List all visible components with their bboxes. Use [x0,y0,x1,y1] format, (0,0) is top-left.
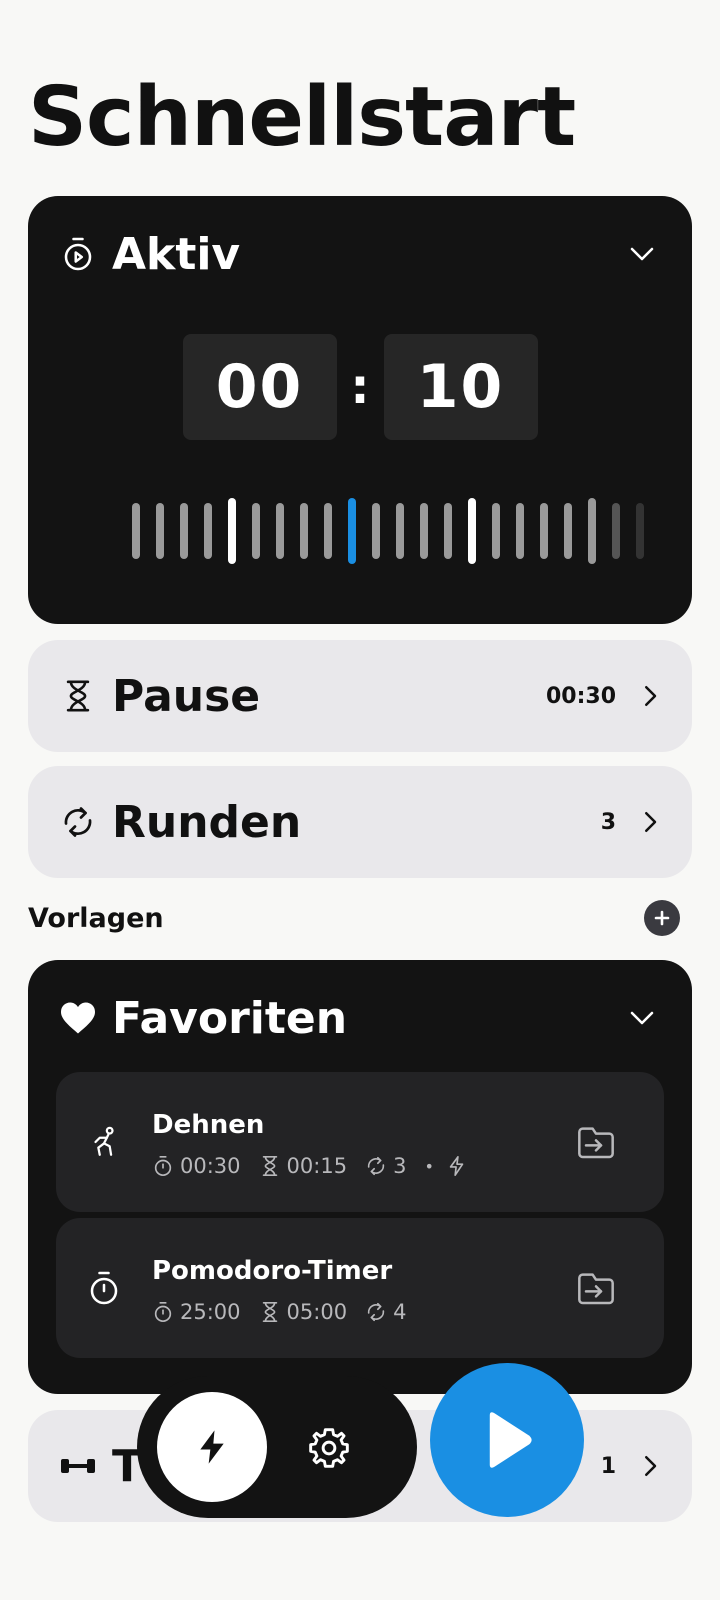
time-display: 00 : 10 [28,334,692,440]
active-timer-card: Aktiv 00 : 10 [28,196,692,624]
rest-time: 05:00 [286,1300,348,1324]
stopwatch-play-icon [58,234,98,274]
ruler-tick [636,503,644,559]
ruler-tick [396,503,404,559]
stopwatch-icon [154,1302,172,1322]
favorite-item[interactable]: Pomodoro-Timer 25:00 05:00 4 [56,1218,664,1358]
ruler-tick [372,503,380,559]
heart-icon [58,998,98,1038]
ruler-tick [300,503,308,559]
gear-icon [309,1428,349,1468]
ruler-tick [420,503,428,559]
ruler-tick [444,503,452,559]
templates-label: Vorlagen [28,902,164,934]
pause-label: Pause [112,670,261,722]
favorites-card: Favoriten Dehnen 00:30 00:15 3 • Pomodor… [28,960,692,1394]
ruler-tick [468,498,476,564]
chevron-right-icon [638,676,662,716]
work-time: 00:30 [180,1154,241,1178]
favorite-item[interactable]: Dehnen 00:30 00:15 3 • [56,1072,664,1212]
ruler-tick [276,503,284,559]
bolt-icon [200,1430,224,1464]
favorites-card-header[interactable]: Favoriten [58,990,662,1046]
ruler-tick [252,503,260,559]
hourglass-icon [262,1156,277,1176]
favorites-title: Favoriten [112,992,348,1044]
work-time: 25:00 [180,1300,241,1324]
ruler-tick [348,498,356,564]
add-template-button[interactable] [644,900,680,936]
settings-tab-button[interactable] [307,1426,351,1470]
ruler-tick [156,503,164,559]
stopwatch-icon [84,1268,124,1308]
minutes-box[interactable]: 00 [182,334,337,440]
chevron-down-icon[interactable] [622,234,662,274]
hourglass-icon [58,676,98,716]
quickstart-tab-button[interactable] [157,1392,267,1502]
favorite-meta: 00:30 00:15 3 • [152,1154,482,1178]
favorite-meta: 25:00 05:00 4 [152,1300,420,1324]
templates-header: Vorlagen [28,896,692,940]
ruler-tick [612,503,620,559]
start-timer-button[interactable] [430,1363,584,1517]
repeat-icon [58,802,98,842]
round-count: 4 [393,1300,407,1324]
favorite-name: Dehnen [152,1110,265,1140]
favorite-name: Pomodoro-Timer [152,1256,393,1286]
bottom-nav [137,1376,417,1518]
active-card-title: Aktiv [112,228,241,280]
rounds-value: 3 [600,809,616,835]
hourglass-icon [262,1302,277,1322]
repeat-icon [367,1302,385,1322]
bolt-icon [449,1156,464,1176]
time-separator: : [350,359,370,415]
ruler-tick [228,498,236,564]
pause-value: 00:30 [545,683,616,709]
ruler-tick [180,503,188,559]
ruler-tick [204,503,212,559]
play-icon [489,1412,532,1468]
round-count: 3 [393,1154,407,1178]
rounds-label: Runden [112,796,302,848]
plus-icon [654,910,670,926]
ruler-tick [588,498,596,564]
ruler-tick [564,503,572,559]
rounds-row[interactable]: Runden 3 [28,766,692,878]
ruler-tick [516,503,524,559]
seconds-box[interactable]: 10 [383,334,538,440]
stretching-person-icon [84,1122,124,1162]
ruler-tick [132,503,140,559]
rest-time: 00:15 [286,1154,348,1178]
chevron-right-icon [638,1446,662,1486]
time-picker-ruler[interactable] [132,496,688,566]
load-template-icon[interactable] [574,1266,618,1310]
active-card-header[interactable]: Aktiv [58,226,662,282]
chevron-down-icon[interactable] [622,998,662,1038]
stopwatch-icon [154,1156,172,1176]
repeat-icon [367,1156,385,1176]
chevron-right-icon [638,802,662,842]
dumbbell-icon [58,1446,98,1486]
load-template-icon[interactable] [574,1120,618,1164]
ruler-tick [324,503,332,559]
exercises-value: 1 [600,1453,616,1479]
separator-dot: • [424,1156,434,1176]
page-title: Schnellstart [28,70,576,165]
ruler-tick [540,503,548,559]
ruler-tick [492,503,500,559]
pause-row[interactable]: Pause 00:30 [28,640,692,752]
